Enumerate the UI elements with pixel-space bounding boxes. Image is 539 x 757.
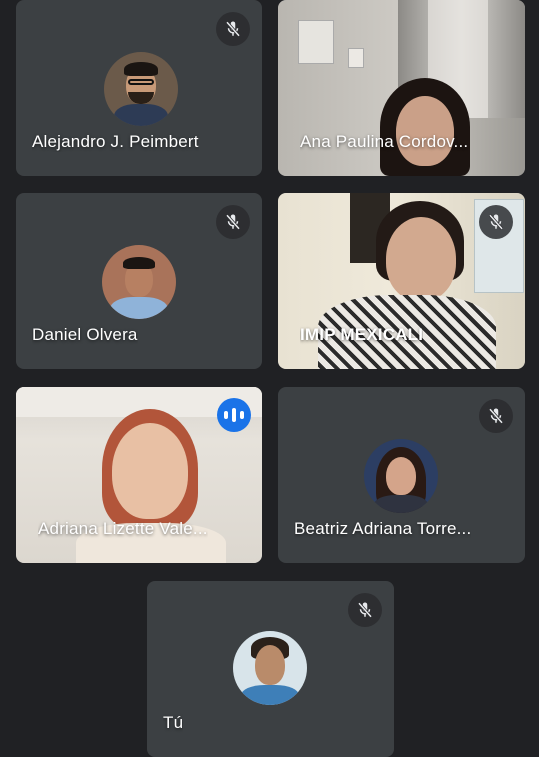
participant-name: Ana Paulina Cordov... xyxy=(300,132,469,151)
participant-name: Daniel Olvera xyxy=(32,325,138,344)
participant-name: Adriana Lizette Vale... xyxy=(38,519,208,538)
participant-tile-adriana-lizette[interactable]: Adriana Lizette Vale... xyxy=(16,387,262,563)
mic-off-icon xyxy=(216,205,250,239)
avatar xyxy=(233,631,307,705)
avatar xyxy=(104,52,178,126)
participant-name: Alejandro J. Peimbert xyxy=(32,132,199,151)
participant-tile-daniel[interactable]: Daniel Olvera xyxy=(16,193,262,369)
participant-tile-ana-paulina[interactable]: Ana Paulina Cordov... xyxy=(278,0,525,176)
audio-level-icon xyxy=(217,398,251,432)
participant-name: IMIP MEXICALI xyxy=(300,325,424,344)
mic-off-icon xyxy=(479,399,513,433)
participant-tile-alejandro[interactable]: Alejandro J. Peimbert xyxy=(16,0,262,176)
mic-off-icon xyxy=(479,205,513,239)
avatar xyxy=(102,245,176,319)
participant-tile-beatriz-adriana[interactable]: Beatriz Adriana Torre... xyxy=(278,387,525,563)
mic-off-icon xyxy=(348,593,382,627)
participant-tile-imip-mexicali[interactable]: IMIP MEXICALI xyxy=(278,193,525,369)
participant-name: Beatriz Adriana Torre... xyxy=(294,519,472,538)
mic-off-icon xyxy=(216,12,250,46)
participant-tile-self[interactable]: Tú xyxy=(147,581,394,757)
participant-name: Tú xyxy=(163,713,184,732)
avatar xyxy=(364,439,438,513)
